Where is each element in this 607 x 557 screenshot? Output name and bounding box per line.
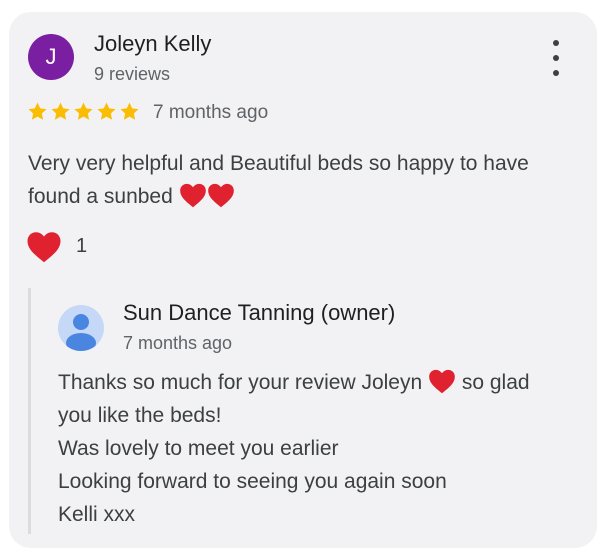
star-icon bbox=[97, 102, 116, 120]
owner-name: Sun Dance Tanning (owner) bbox=[123, 300, 396, 325]
star-icon bbox=[51, 102, 70, 120]
reaction-count: 1 bbox=[76, 235, 88, 257]
reply-text: Thanks so much for your review Joleyn so… bbox=[58, 366, 558, 531]
heart-icon bbox=[207, 183, 234, 208]
heart-icon bbox=[27, 232, 61, 263]
review-body: Very very helpful and Beautiful beds so … bbox=[28, 152, 529, 208]
owner-avatar bbox=[58, 305, 104, 351]
reply-line-1: Thanks so much for your review Joleyn bbox=[58, 371, 423, 394]
more-options-icon[interactable] bbox=[545, 40, 567, 76]
person-icon bbox=[66, 314, 96, 351]
author-initial: J bbox=[45, 44, 57, 69]
heart-icon bbox=[179, 183, 206, 208]
reply-line-3: Looking forward to seeing you again soon bbox=[58, 470, 447, 493]
review-text: Very very helpful and Beautiful beds so … bbox=[28, 147, 568, 213]
reply-time: 7 months ago bbox=[123, 333, 233, 353]
reply-signature: Kelli xxx bbox=[58, 503, 136, 526]
star-icon bbox=[28, 102, 47, 120]
author-review-count: 9 reviews bbox=[94, 64, 171, 84]
reply-divider bbox=[28, 288, 31, 534]
heart-icon bbox=[429, 369, 455, 394]
author-name[interactable]: Joleyn Kelly bbox=[94, 31, 211, 57]
star-icon bbox=[74, 102, 93, 120]
reaction-button[interactable]: 1 bbox=[26, 230, 87, 263]
rating-stars bbox=[27, 101, 140, 122]
author-avatar[interactable]: J bbox=[28, 34, 74, 80]
review-time: 7 months ago bbox=[153, 102, 269, 123]
star-icon bbox=[120, 102, 139, 120]
reply-line-2: Was lovely to meet you earlier bbox=[58, 437, 339, 460]
